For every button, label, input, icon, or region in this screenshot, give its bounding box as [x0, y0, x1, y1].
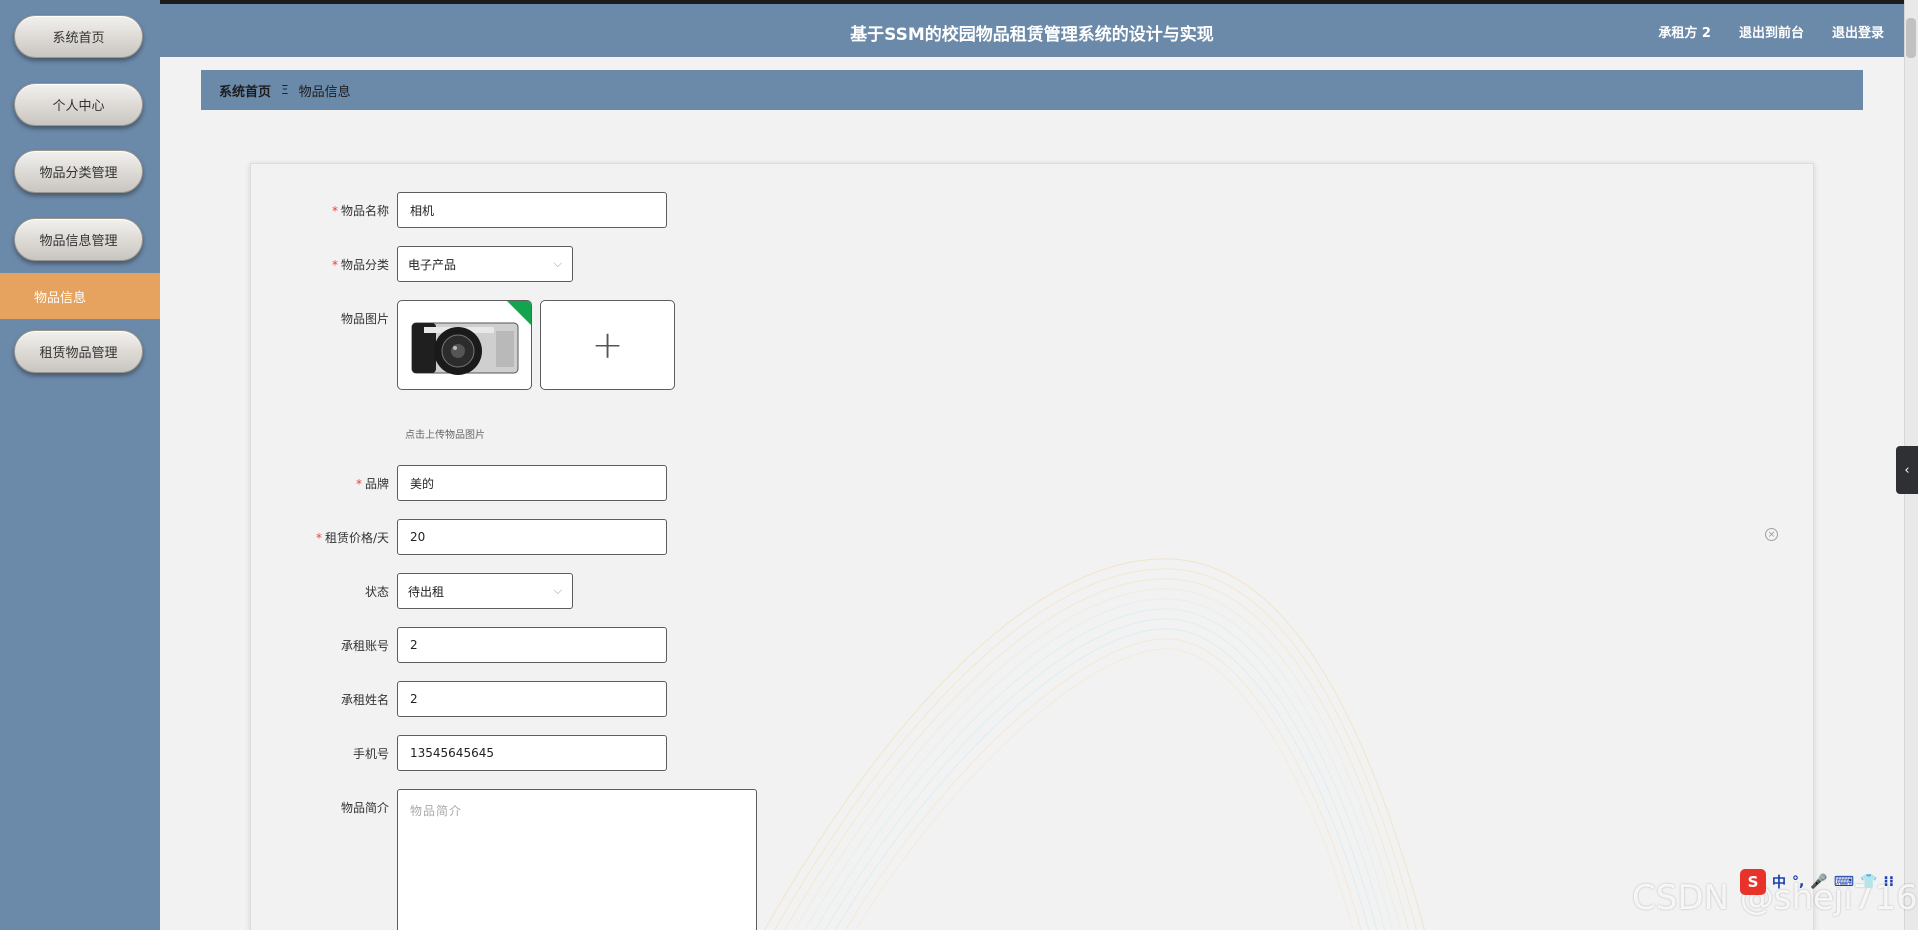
- form-row-image: 物品图片 +: [251, 300, 683, 390]
- add-image-button[interactable]: +: [540, 300, 675, 390]
- breadcrumb: 系统首页 Ξ 物品信息: [201, 70, 1863, 110]
- form-row-category: * 物品分类 电子产品 ⌵: [251, 246, 573, 282]
- form-panel: * 物品名称 相机 * 物品分类 电子产品 ⌵ 物品图片 + 点击上传物品图片 …: [250, 163, 1814, 930]
- sidebar-item-rental-management[interactable]: 租赁物品管理: [14, 330, 143, 373]
- image-label: 物品图片: [340, 312, 389, 326]
- renter-name-input[interactable]: 2: [397, 681, 667, 717]
- uploaded-image-thumbnail[interactable]: [397, 300, 532, 390]
- name-input[interactable]: 相机: [397, 192, 667, 228]
- brand-input[interactable]: 美的: [397, 465, 667, 501]
- microphone-icon[interactable]: 🎤: [1810, 874, 1827, 890]
- ime-toolbar[interactable]: S 中 °, 🎤 ⌨ 👕 ⁝⁝: [1740, 868, 1894, 896]
- form-row-intro: 物品简介 物品简介: [251, 789, 757, 930]
- chevron-down-icon: ⌵: [553, 257, 562, 270]
- form-row-name: * 物品名称 相机: [251, 192, 667, 228]
- skin-icon[interactable]: 👕: [1860, 874, 1877, 890]
- back-to-frontend-link[interactable]: 退出到前台: [1739, 22, 1804, 41]
- chevron-left-icon: ‹: [1904, 462, 1910, 478]
- phone-input[interactable]: 13545645645: [397, 735, 667, 771]
- grid-menu-icon[interactable]: ⁝⁝: [1883, 874, 1894, 890]
- ime-chinese-mode[interactable]: 中: [1772, 872, 1786, 892]
- category-select-value: 电子产品: [408, 257, 457, 272]
- form-row-renter-name: 承租姓名 2: [251, 681, 667, 717]
- page-title: 基于SSM的校园物品租赁管理系统的设计与实现: [850, 25, 1214, 45]
- sogou-logo-icon[interactable]: S: [1740, 869, 1766, 895]
- brand-label: * 品牌: [355, 476, 389, 491]
- form-row-price: * 租赁价格/天 20: [251, 519, 667, 555]
- breadcrumb-current: 物品信息: [298, 84, 351, 100]
- form-row-phone: 手机号 13545645645: [251, 735, 667, 771]
- sidebar-item-personal-center[interactable]: 个人中心: [14, 83, 143, 126]
- form-row-status: 状态 待出租 ⌵: [251, 573, 573, 609]
- breadcrumb-home[interactable]: 系统首页: [219, 81, 271, 100]
- sidebar-item-item-management[interactable]: 物品信息管理: [14, 218, 143, 261]
- account-label: 承租账号: [340, 638, 389, 653]
- collapse-side-panel-button[interactable]: ‹: [1896, 446, 1918, 494]
- scrollbar-thumb[interactable]: [1906, 18, 1916, 58]
- header-actions: 承租方 2 退出到前台 退出登录: [1658, 22, 1884, 41]
- status-label: 状态: [364, 584, 389, 599]
- status-select[interactable]: 待出租 ⌵: [397, 573, 573, 609]
- intro-textarea[interactable]: 物品简介: [397, 789, 757, 930]
- intro-label: 物品简介: [340, 801, 389, 815]
- ime-punctuation-icon[interactable]: °,: [1792, 874, 1804, 890]
- logout-link[interactable]: 退出登录: [1832, 22, 1884, 41]
- price-input[interactable]: 20: [397, 519, 667, 555]
- account-input[interactable]: 2: [397, 627, 667, 663]
- renter-name-label: 承租姓名: [340, 692, 389, 707]
- status-select-value: 待出租: [408, 584, 445, 599]
- upload-hint: 点击上传物品图片: [405, 430, 485, 441]
- sidebar-item-home[interactable]: 系统首页: [14, 15, 143, 58]
- name-label: * 物品名称: [331, 203, 389, 218]
- chevron-down-icon: ⌵: [553, 584, 562, 597]
- form-row-account: 承租账号 2: [251, 627, 667, 663]
- sidebar: 系统首页 个人中心 物品分类管理 物品信息管理 物品信息 租赁物品管理: [0, 0, 160, 930]
- plus-icon: +: [591, 323, 624, 367]
- keyboard-icon[interactable]: ⌨: [1834, 874, 1854, 890]
- phone-label: 手机号: [352, 746, 389, 761]
- form-row-brand: * 品牌 美的: [251, 465, 667, 501]
- close-circle-icon[interactable]: ×: [1765, 528, 1778, 541]
- app-root: 系统首页 个人中心 物品分类管理 物品信息管理 物品信息 租赁物品管理 基于SS…: [0, 0, 1918, 930]
- category-select[interactable]: 电子产品 ⌵: [397, 246, 573, 282]
- upload-success-badge: [506, 301, 531, 326]
- category-label: * 物品分类: [331, 257, 389, 272]
- top-header: 基于SSM的校园物品租赁管理系统的设计与实现 承租方 2 退出到前台 退出登录: [160, 0, 1904, 57]
- current-user[interactable]: 承租方 2: [1658, 22, 1711, 41]
- price-label: * 租赁价格/天: [315, 530, 389, 545]
- sidebar-item-item-info[interactable]: 物品信息: [0, 273, 160, 319]
- breadcrumb-separator-icon: Ξ: [281, 83, 289, 97]
- sidebar-item-category-management[interactable]: 物品分类管理: [14, 150, 143, 193]
